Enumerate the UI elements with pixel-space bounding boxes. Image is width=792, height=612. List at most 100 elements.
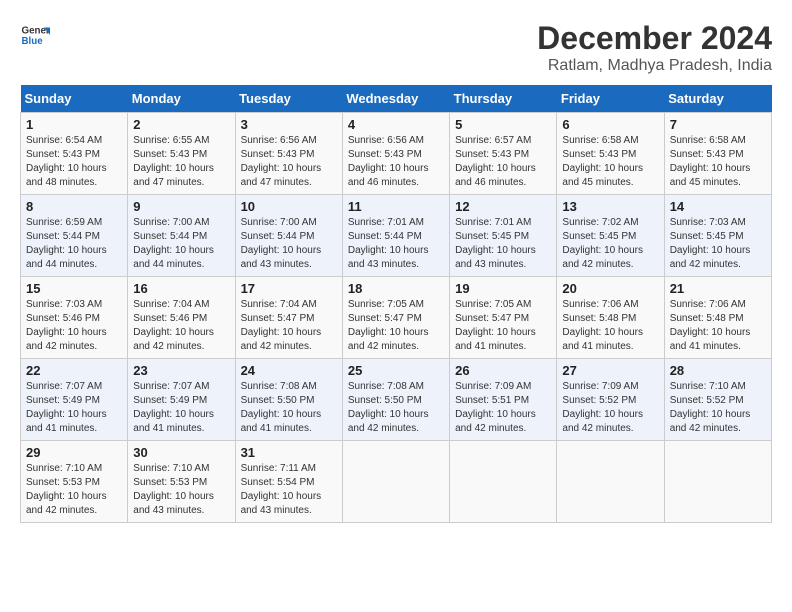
calendar-cell <box>664 441 771 523</box>
day-number: 22 <box>26 363 122 378</box>
svg-text:Blue: Blue <box>22 36 44 47</box>
day-info: Sunrise: 7:01 AM Sunset: 5:45 PM Dayligh… <box>455 216 551 272</box>
day-info: Sunrise: 7:05 AM Sunset: 5:47 PM Dayligh… <box>455 298 551 354</box>
day-header-sunday: Sunday <box>21 85 128 113</box>
calendar-cell: 30 Sunrise: 7:10 AM Sunset: 5:53 PM Dayli… <box>128 441 235 523</box>
logo-icon: General Blue <box>20 20 50 50</box>
page-header: General Blue December 2024 Ratlam, Madhy… <box>20 20 772 75</box>
calendar-cell: 6 Sunrise: 6:58 AM Sunset: 5:43 PM Daylig… <box>557 113 664 195</box>
day-info: Sunrise: 6:58 AM Sunset: 5:43 PM Dayligh… <box>670 134 766 190</box>
calendar-cell: 2Sunrise: 6:55 AM Sunset: 5:43 PM Daylig… <box>128 113 235 195</box>
day-info: Sunrise: 7:07 AM Sunset: 5:49 PM Dayligh… <box>133 380 229 436</box>
day-number: 28 <box>670 363 766 378</box>
calendar-cell: 31 Sunrise: 7:11 AM Sunset: 5:54 PM Dayli… <box>235 441 342 523</box>
day-number: 21 <box>670 281 766 296</box>
calendar-cell: 15Sunrise: 7:03 AM Sunset: 5:46 PM Dayli… <box>21 277 128 359</box>
day-number: 29 <box>26 445 122 460</box>
day-number: 17 <box>241 281 337 296</box>
day-info: Sunrise: 7:00 AM Sunset: 5:44 PM Dayligh… <box>133 216 229 272</box>
day-header-monday: Monday <box>128 85 235 113</box>
day-info: Sunrise: 6:54 AM Sunset: 5:43 PM Dayligh… <box>26 134 122 190</box>
calendar-cell <box>342 441 449 523</box>
calendar-cell: 9 Sunrise: 7:00 AM Sunset: 5:44 PM Daylig… <box>128 195 235 277</box>
calendar-cell: 27 Sunrise: 7:09 AM Sunset: 5:52 PM Dayli… <box>557 359 664 441</box>
calendar-week-row: 15Sunrise: 7:03 AM Sunset: 5:46 PM Dayli… <box>21 277 772 359</box>
day-number: 19 <box>455 281 551 296</box>
day-number: 27 <box>562 363 658 378</box>
calendar-cell: 25 Sunrise: 7:08 AM Sunset: 5:50 PM Dayli… <box>342 359 449 441</box>
calendar-header-row: SundayMondayTuesdayWednesdayThursdayFrid… <box>21 85 772 113</box>
calendar-cell: 18 Sunrise: 7:05 AM Sunset: 5:47 PM Dayli… <box>342 277 449 359</box>
calendar-cell <box>557 441 664 523</box>
day-info: Sunrise: 7:08 AM Sunset: 5:50 PM Dayligh… <box>348 380 444 436</box>
calendar-cell: 17 Sunrise: 7:04 AM Sunset: 5:47 PM Dayli… <box>235 277 342 359</box>
calendar-cell: 29 Sunrise: 7:10 AM Sunset: 5:53 PM Dayli… <box>21 441 128 523</box>
calendar-cell: 12 Sunrise: 7:01 AM Sunset: 5:45 PM Dayli… <box>450 195 557 277</box>
calendar-cell: 8Sunrise: 6:59 AM Sunset: 5:44 PM Daylig… <box>21 195 128 277</box>
calendar-cell: 23Sunrise: 7:07 AM Sunset: 5:49 PM Dayli… <box>128 359 235 441</box>
day-number: 24 <box>241 363 337 378</box>
calendar-subtitle: Ratlam, Madhya Pradesh, India <box>537 57 772 75</box>
day-info: Sunrise: 6:56 AM Sunset: 5:43 PM Dayligh… <box>241 134 337 190</box>
day-number: 31 <box>241 445 337 460</box>
day-number: 16 <box>133 281 229 296</box>
day-header-tuesday: Tuesday <box>235 85 342 113</box>
day-number: 25 <box>348 363 444 378</box>
calendar-cell: 1 Sunrise: 6:54 AM Sunset: 5:43 PM Daylig… <box>21 113 128 195</box>
day-header-friday: Friday <box>557 85 664 113</box>
day-info: Sunrise: 7:07 AM Sunset: 5:49 PM Dayligh… <box>26 380 122 436</box>
day-number: 30 <box>133 445 229 460</box>
calendar-cell: 24 Sunrise: 7:08 AM Sunset: 5:50 PM Dayli… <box>235 359 342 441</box>
day-info: Sunrise: 7:06 AM Sunset: 5:48 PM Dayligh… <box>562 298 658 354</box>
day-number: 3 <box>241 117 337 132</box>
calendar-week-row: 22 Sunrise: 7:07 AM Sunset: 5:49 PM Dayli… <box>21 359 772 441</box>
logo: General Blue <box>20 20 50 50</box>
calendar-cell: 5Sunrise: 6:57 AM Sunset: 5:43 PM Daylig… <box>450 113 557 195</box>
day-info: Sunrise: 7:10 AM Sunset: 5:53 PM Dayligh… <box>133 462 229 518</box>
day-info: Sunrise: 7:02 AM Sunset: 5:45 PM Dayligh… <box>562 216 658 272</box>
day-number: 10 <box>241 199 337 214</box>
calendar-cell: 14Sunrise: 7:03 AM Sunset: 5:45 PM Dayli… <box>664 195 771 277</box>
day-info: Sunrise: 7:09 AM Sunset: 5:51 PM Dayligh… <box>455 380 551 436</box>
day-info: Sunrise: 6:55 AM Sunset: 5:43 PM Dayligh… <box>133 134 229 190</box>
day-number: 7 <box>670 117 766 132</box>
day-number: 20 <box>562 281 658 296</box>
calendar-week-row: 1 Sunrise: 6:54 AM Sunset: 5:43 PM Daylig… <box>21 113 772 195</box>
calendar-title: December 2024 <box>537 20 772 57</box>
day-number: 15 <box>26 281 122 296</box>
calendar-cell: 11Sunrise: 7:01 AM Sunset: 5:44 PM Dayli… <box>342 195 449 277</box>
day-info: Sunrise: 7:11 AM Sunset: 5:54 PM Dayligh… <box>241 462 337 518</box>
day-number: 13 <box>562 199 658 214</box>
calendar-cell: 10Sunrise: 7:00 AM Sunset: 5:44 PM Dayli… <box>235 195 342 277</box>
day-number: 18 <box>348 281 444 296</box>
day-info: Sunrise: 7:10 AM Sunset: 5:52 PM Dayligh… <box>670 380 766 436</box>
day-number: 6 <box>562 117 658 132</box>
day-info: Sunrise: 6:58 AM Sunset: 5:43 PM Dayligh… <box>562 134 658 190</box>
day-number: 11 <box>348 199 444 214</box>
day-info: Sunrise: 7:10 AM Sunset: 5:53 PM Dayligh… <box>26 462 122 518</box>
calendar-cell: 4 Sunrise: 6:56 AM Sunset: 5:43 PM Daylig… <box>342 113 449 195</box>
title-section: December 2024 Ratlam, Madhya Pradesh, In… <box>537 20 772 75</box>
day-info: Sunrise: 7:09 AM Sunset: 5:52 PM Dayligh… <box>562 380 658 436</box>
day-number: 4 <box>348 117 444 132</box>
day-number: 12 <box>455 199 551 214</box>
day-header-thursday: Thursday <box>450 85 557 113</box>
day-number: 1 <box>26 117 122 132</box>
day-info: Sunrise: 6:56 AM Sunset: 5:43 PM Dayligh… <box>348 134 444 190</box>
calendar-cell: 20 Sunrise: 7:06 AM Sunset: 5:48 PM Dayli… <box>557 277 664 359</box>
day-number: 26 <box>455 363 551 378</box>
calendar-cell: 21 Sunrise: 7:06 AM Sunset: 5:48 PM Dayli… <box>664 277 771 359</box>
calendar-table: SundayMondayTuesdayWednesdayThursdayFrid… <box>20 85 772 523</box>
day-number: 9 <box>133 199 229 214</box>
calendar-cell: 3 Sunrise: 6:56 AM Sunset: 5:43 PM Daylig… <box>235 113 342 195</box>
day-info: Sunrise: 7:04 AM Sunset: 5:47 PM Dayligh… <box>241 298 337 354</box>
calendar-cell: 22 Sunrise: 7:07 AM Sunset: 5:49 PM Dayli… <box>21 359 128 441</box>
day-info: Sunrise: 7:06 AM Sunset: 5:48 PM Dayligh… <box>670 298 766 354</box>
day-info: Sunrise: 7:08 AM Sunset: 5:50 PM Dayligh… <box>241 380 337 436</box>
day-info: Sunrise: 7:05 AM Sunset: 5:47 PM Dayligh… <box>348 298 444 354</box>
calendar-cell: 16 Sunrise: 7:04 AM Sunset: 5:46 PM Dayli… <box>128 277 235 359</box>
day-header-wednesday: Wednesday <box>342 85 449 113</box>
svg-text:General: General <box>22 26 51 37</box>
calendar-cell: 7 Sunrise: 6:58 AM Sunset: 5:43 PM Daylig… <box>664 113 771 195</box>
day-info: Sunrise: 7:04 AM Sunset: 5:46 PM Dayligh… <box>133 298 229 354</box>
